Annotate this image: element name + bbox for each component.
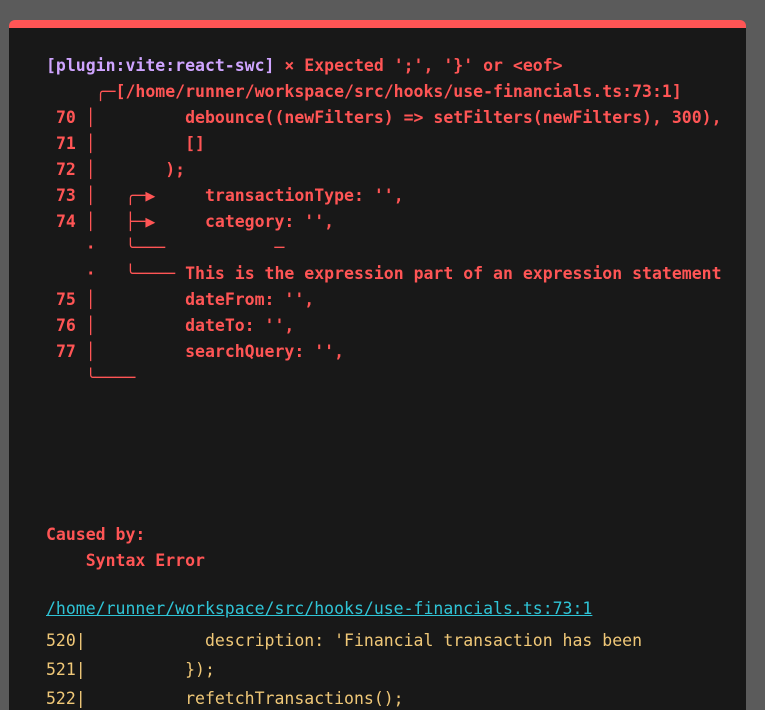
caused-by-detail: Syntax Error: [46, 551, 205, 570]
code-line: 77 │ searchQuery: '',: [46, 342, 345, 361]
code-line: · ╰──── This is the expression part of a…: [46, 264, 722, 283]
error-overlay-window: [plugin:vite:react-swc] × Expected ';', …: [9, 20, 746, 710]
frame-line: 520| description: 'Financial transaction…: [46, 631, 643, 650]
file-link[interactable]: /home/runner/workspace/src/hooks/use-fin…: [46, 596, 592, 622]
code-line: 75 │ dateFrom: '',: [46, 290, 315, 309]
code-line: 74 │ ├─▶ category: '',: [46, 212, 335, 231]
code-line: 70 │ debounce((newFilters) => setFilters…: [46, 108, 722, 127]
code-line: · ╰─── ─: [46, 238, 285, 257]
caused-by-block: Caused by: Syntax Error: [46, 522, 205, 574]
error-message-block: [plugin:vite:react-swc] × Expected ';', …: [46, 53, 726, 391]
code-line: ╰────: [46, 368, 136, 387]
caused-by-label: Caused by:: [46, 525, 146, 544]
code-line: 73 │ ╭─▶ transactionType: '',: [46, 186, 404, 205]
code-line: 76 │ dateTo: '',: [46, 316, 295, 335]
plugin-tag: [plugin:vite:react-swc]: [46, 56, 275, 75]
frame-line: 521| });: [46, 660, 215, 679]
code-frame: 520| description: 'Financial transaction…: [46, 626, 642, 710]
code-line: 71 │ []: [46, 134, 205, 153]
code-line: ╭─[/home/runner/workspace/src/hooks/use-…: [46, 82, 682, 101]
code-line: 72 │ );: [46, 160, 186, 179]
frame-line: 522| refetchTransactions();: [46, 689, 404, 708]
error-message: × Expected ';', '}' or <eof>: [274, 56, 563, 75]
